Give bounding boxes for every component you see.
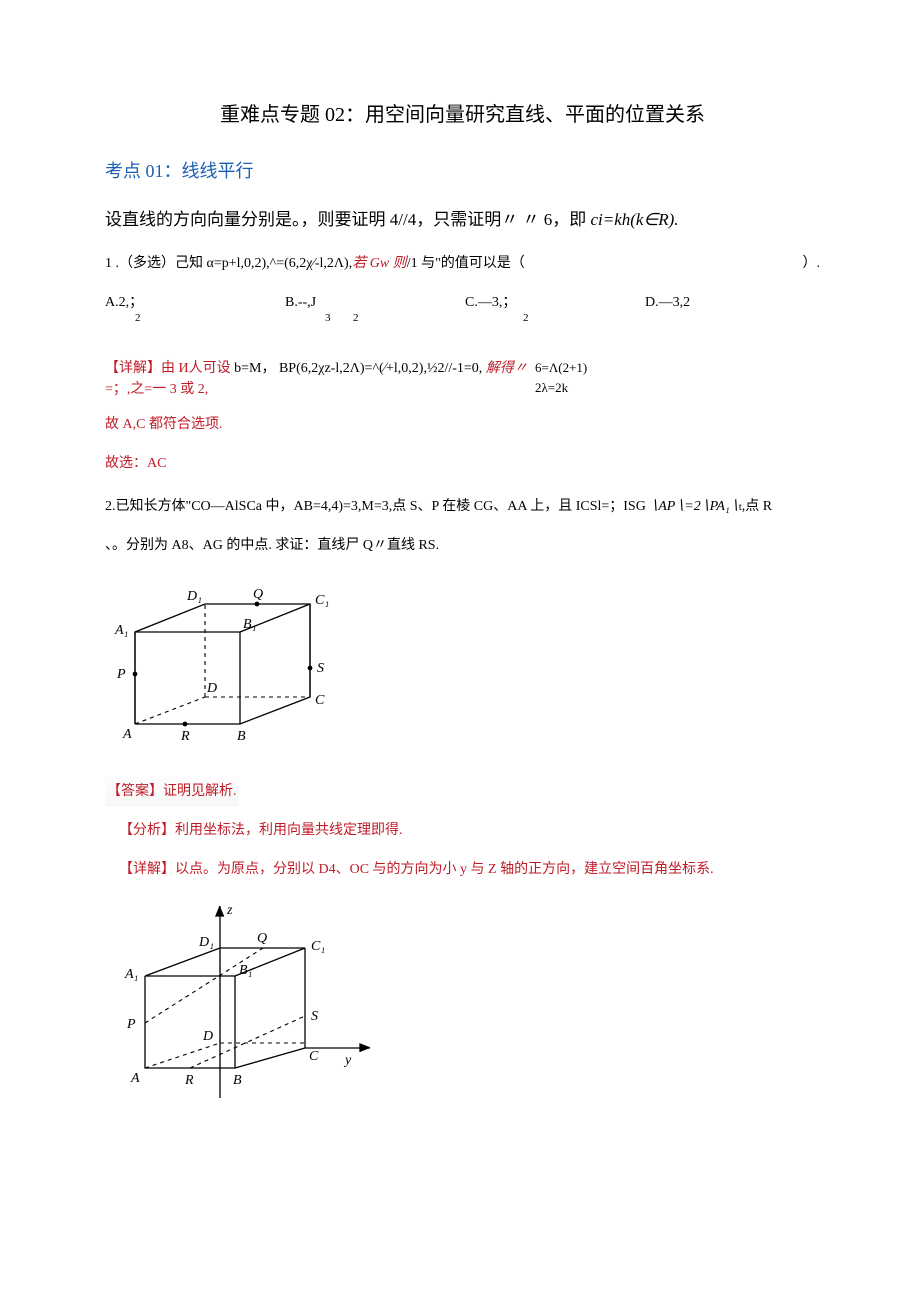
jiexi-b1: 由 И人可设	[161, 361, 234, 376]
q2a-text: 2.已知长方体"CO—AlSCa 中，AB=4,4)=3,M=3,点 S、P 在…	[105, 499, 646, 514]
label2-A1: A₁	[124, 967, 138, 982]
jiexi-tag: 【详解】	[105, 361, 161, 376]
option-b-text: B.--,J	[285, 295, 316, 310]
xj-tag: 【详解】	[119, 862, 175, 877]
label-A: A	[122, 727, 132, 742]
q1-tail: /1 与"的值可以是（	[407, 256, 525, 271]
label-P: P	[116, 667, 126, 682]
answer-row: 【答案】证明见解析.	[105, 777, 239, 806]
option-a-sub: 2	[135, 310, 141, 327]
q2a-tail: ,点 R	[742, 499, 772, 514]
label2-D1: D₁	[198, 935, 214, 950]
conclusion-2: 故选：AC	[105, 453, 820, 474]
q1-stem: 1 .（多选）己知 α=p+l,0,2),^=(6,2χ∕-l,2Λ),	[105, 256, 352, 271]
question-2-line2: 、。分别为 A8、AG 的中点. 求证：直线尸 Q〃直线 RS.	[105, 535, 820, 556]
label-C1: C₁	[315, 593, 329, 608]
intro-formula: ci=kh(k∈R).	[590, 210, 678, 229]
eq-line2: 2λ=2k	[535, 378, 587, 399]
intro-paragraph: 设直线的方向向量分别是。，则要证明 4//4，只需证明〃 〃 6，即 ci=kh…	[105, 207, 820, 233]
label-Q: Q	[253, 587, 263, 602]
options-row: A.2,； 2 B.--,J 3 2 C.—3,； 2 D.—3,2	[105, 292, 820, 334]
answer-tag: 【答案】	[107, 784, 163, 799]
option-c-text: C.—3,；	[465, 295, 516, 310]
option-a-text: A.2,；	[105, 295, 143, 310]
label2-C1: C₁	[311, 939, 325, 954]
label2-B: B	[233, 1073, 242, 1088]
page-title: 重难点专题 02：用空间向量研究直线、平面的位置关系	[105, 100, 820, 130]
conclusion-1: 故 A,C 都符合选项.	[105, 414, 820, 435]
option-d-text: D.—3,2	[645, 295, 690, 310]
label2-B1: B₁	[239, 963, 252, 978]
jiexi-jie: 解得〃	[482, 361, 528, 376]
solution-left: 【详解】由 И人可设 b=M， BP(6,2χz-l,2Λ)=^(∕+l,0,2…	[105, 358, 535, 400]
label2-S: S	[311, 1009, 318, 1024]
option-c-sub: 2	[523, 310, 529, 327]
fx-body: 利用坐标法，利用向量共线定理即得.	[175, 823, 403, 838]
q1-ruo: 若 Gw 则	[352, 256, 406, 271]
analysis-row: 【分析】利用坐标法，利用向量共线定理即得.	[105, 820, 820, 841]
label-B: B	[237, 729, 246, 744]
label2-y: y	[343, 1053, 352, 1068]
option-b-sub1: 3	[325, 310, 331, 327]
label-D1: D₁	[186, 589, 202, 604]
label-S: S	[317, 661, 324, 676]
label2-P: P	[126, 1017, 136, 1032]
xj-body: 以点。为原点，分别以 D4、OC 与的方向为小 y 与 Z 轴的正方向，建立空间…	[175, 862, 714, 877]
question-2-line1: 2.已知长方体"CO—AlSCa 中，AB=4,4)=3,M=3,点 S、P 在…	[105, 496, 820, 517]
label2-Q: Q	[257, 931, 267, 946]
option-a: A.2,； 2	[105, 292, 285, 334]
label-C: C	[315, 693, 325, 708]
q1-left: 1 .（多选）己知 α=p+l,0,2),^=(6,2χ∕-l,2Λ),若 Gw…	[105, 253, 525, 274]
solution-row: 【详解】由 И人可设 b=M， BP(6,2χz-l,2Λ)=^(∕+l,0,2…	[105, 358, 820, 400]
label-R: R	[180, 729, 190, 744]
eq-line1: 6=Λ(2+1)	[535, 358, 587, 379]
option-d: D.—3,2	[645, 292, 820, 334]
option-b-sub2: 2	[353, 310, 359, 327]
figure-2: A B C D A₁ B₁ C₁ D₁ P Q R S y z	[105, 898, 820, 1116]
fx-tag: 【分析】	[119, 823, 175, 838]
q1-close: ）.	[803, 253, 821, 274]
option-c: C.—3,； 2	[465, 292, 645, 334]
figure-1: A B C D A₁ B₁ C₁ D₁ P Q R S	[105, 574, 820, 772]
q2a-mid: ∖AP∖=2∖PA₁∖	[646, 499, 739, 514]
label2-A: A	[130, 1071, 140, 1086]
intro-text: 设直线的方向向量分别是。，则要证明 4//4，只需证明〃 〃 6，即	[105, 210, 590, 229]
solution-right: 6=Λ(2+1) 2λ=2k	[535, 358, 587, 400]
label2-D: D	[202, 1029, 213, 1044]
jiexi-b2: b=M， BP(6,2χz-l,2Λ)=^(∕+l,0,2),½2//-1=0,	[234, 361, 482, 376]
label-B1: B₁	[243, 617, 256, 632]
label2-C: C	[309, 1049, 319, 1064]
label2-R: R	[184, 1073, 194, 1088]
label-D: D	[206, 681, 217, 696]
detail-row: 【详解】以点。为原点，分别以 D4、OC 与的方向为小 y 与 Z 轴的正方向，…	[105, 859, 820, 880]
section-heading: 考点 01：线线平行	[105, 158, 820, 185]
label-A1: A₁	[114, 623, 128, 638]
answer-body: 证明见解析.	[163, 784, 237, 799]
jiexi-b3: =；,之=一 3 或 2,	[105, 382, 208, 397]
option-b: B.--,J 3 2	[285, 292, 465, 334]
label2-z: z	[226, 903, 233, 918]
question-1: 1 .（多选）己知 α=p+l,0,2),^=(6,2χ∕-l,2Λ),若 Gw…	[105, 253, 820, 274]
